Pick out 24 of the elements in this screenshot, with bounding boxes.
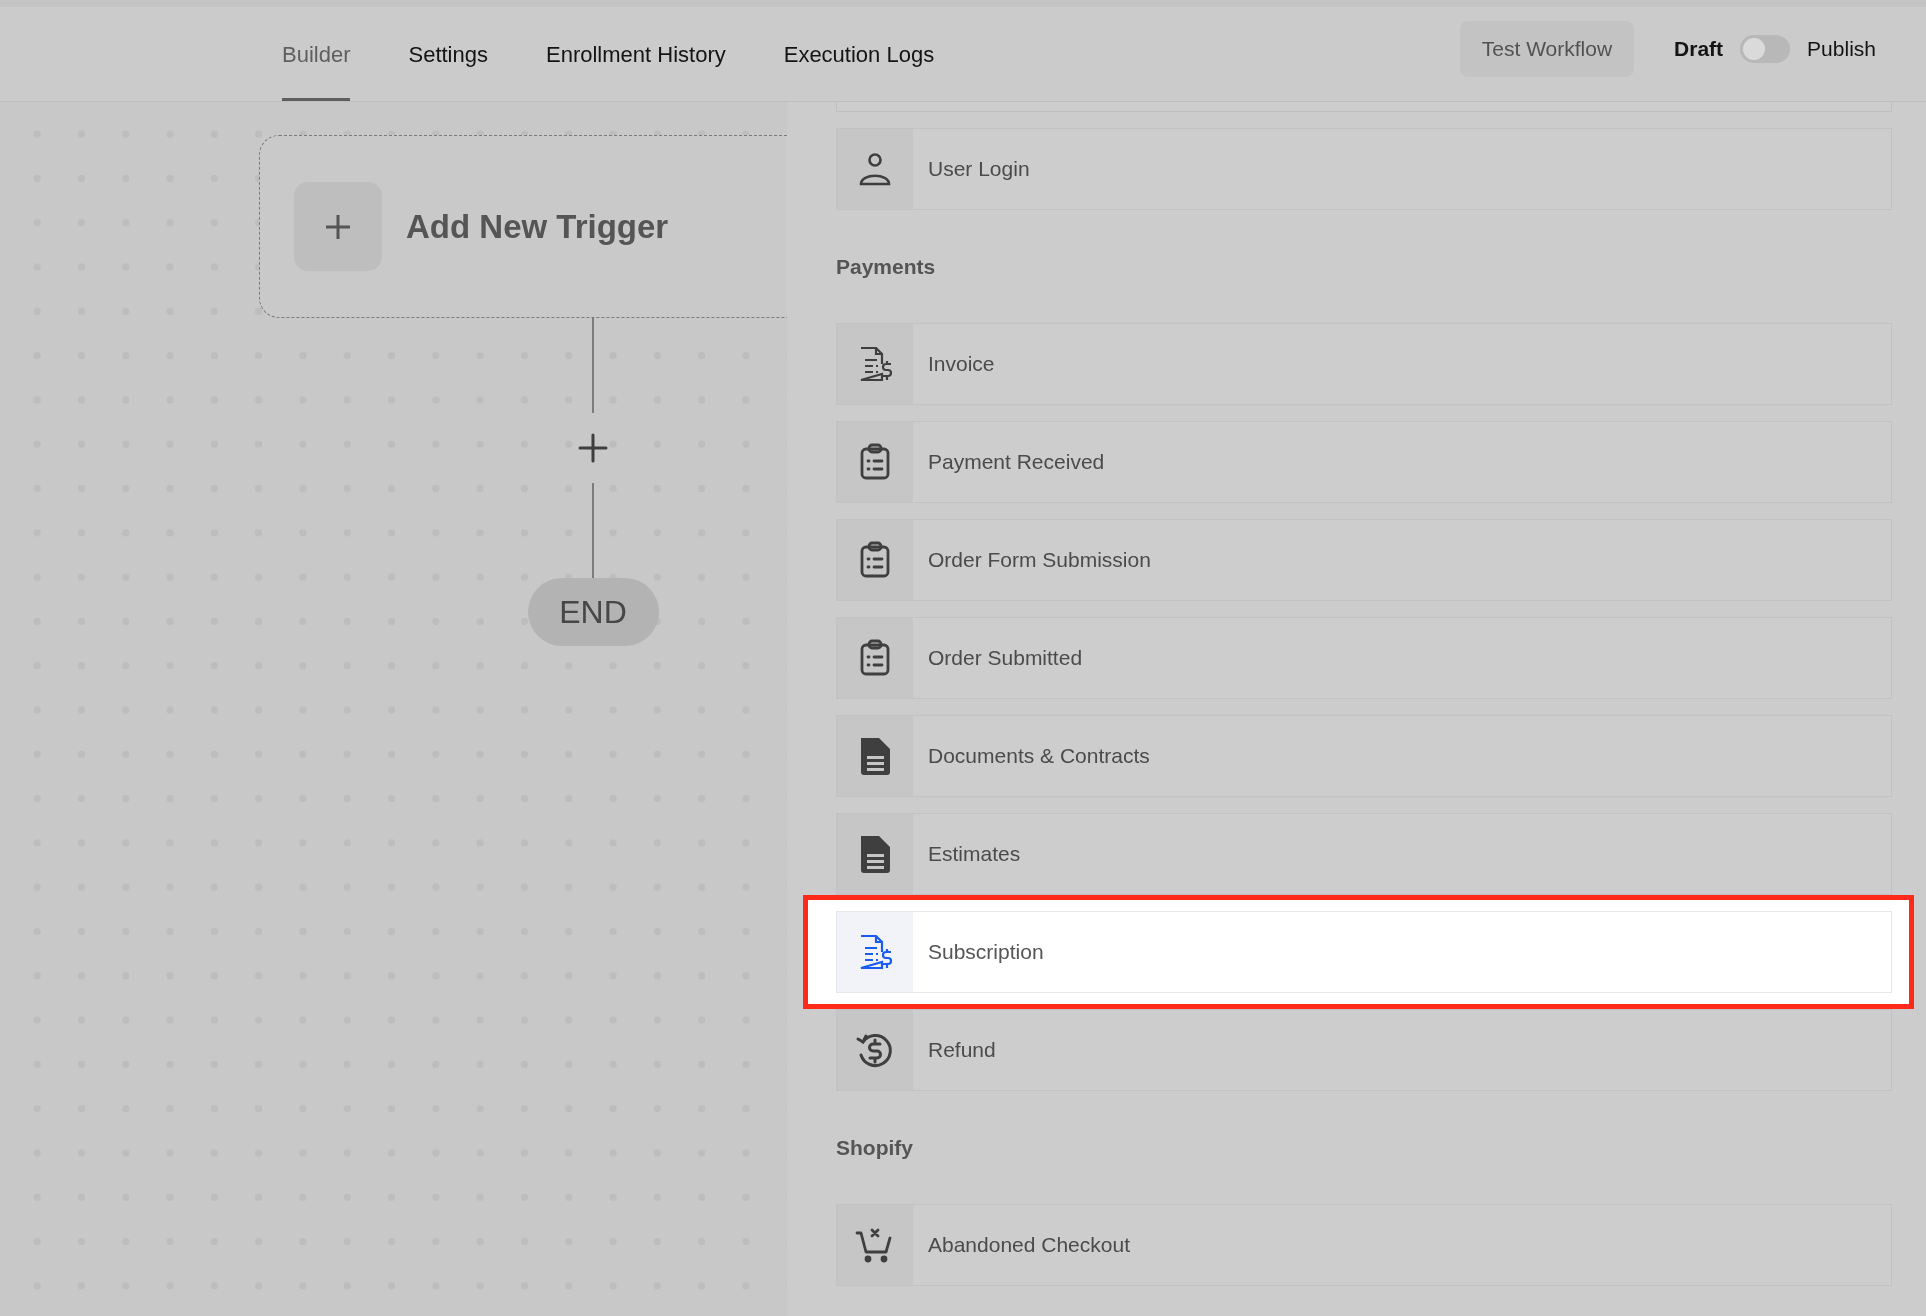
trigger-option[interactable]: Invoice [836,323,1892,405]
tab[interactable]: Execution Logs [783,7,935,101]
trigger-option[interactable]: Refund [836,1009,1892,1091]
group-title: Payments [836,254,937,280]
tab[interactable]: Settings [408,7,488,101]
tab[interactable]: Enrollment History [546,7,726,101]
trigger-option[interactable]: Payment Received [836,421,1892,503]
plus-icon [578,433,608,463]
test-workflow-button[interactable]: Test Workflow [1459,21,1635,77]
group-title: Shopify [836,1135,914,1161]
end-node: END [527,578,659,646]
trigger-option[interactable]: Order Form Submission [836,519,1892,601]
toggle-label: Draft [1674,37,1724,61]
trigger-option[interactable]: Documents & Contracts [836,715,1892,797]
trigger-option[interactable]: Estimates [836,813,1892,895]
trigger-option[interactable]: Abandoned Checkout [836,1204,1892,1286]
trigger-option[interactable]: Subscription [836,911,1892,993]
add-trigger-button[interactable] [294,182,382,271]
trigger-option[interactable]: Order Submitted [836,617,1892,699]
publish-switch[interactable] [1740,35,1791,63]
add-step-button[interactable] [578,433,608,463]
trigger-title: Add New Trigger [406,207,669,246]
toggle-label: Publish [1807,37,1876,61]
trigger-option[interactable]: User Login [836,128,1892,210]
